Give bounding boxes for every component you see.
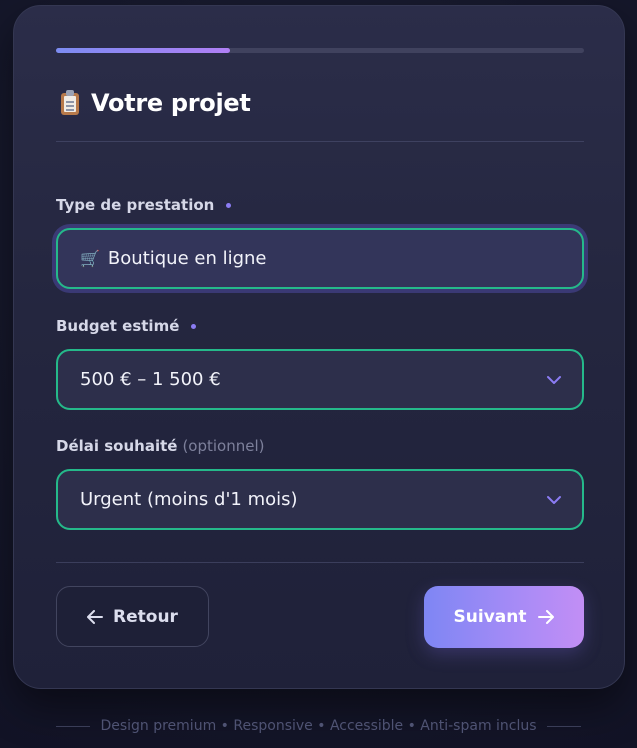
shopping-cart-icon: 🛒 <box>80 249 100 268</box>
progress-bar-fill <box>56 48 231 53</box>
service-type-label-text: Type de prestation <box>56 196 215 214</box>
form-header: Votre projet <box>59 89 251 117</box>
deadline-label-text: Délai souhaité <box>56 437 178 455</box>
next-button[interactable]: Suivant <box>424 586 584 648</box>
header-divider <box>56 141 584 142</box>
required-indicator <box>226 202 232 208</box>
service-type-value: Boutique en ligne <box>107 248 267 269</box>
project-form-card: Votre projet Type de prestation 🛒 Boutiq… <box>13 5 625 689</box>
next-button-label: Suivant <box>453 607 527 627</box>
back-button[interactable]: Retour <box>56 586 209 647</box>
deadline-select[interactable]: Urgent (moins d'1 mois) <box>56 469 584 530</box>
actions-divider <box>56 562 584 563</box>
arrow-left-icon <box>87 609 104 624</box>
deadline-value: Urgent (moins d'1 mois) <box>80 489 298 510</box>
footer-text: Design premium • Responsive • Accessible… <box>100 718 537 734</box>
budget-select[interactable]: 500 € – 1 500 € <box>56 349 584 410</box>
progress-bar <box>56 48 584 53</box>
arrow-right-icon <box>538 610 555 624</box>
optional-note: (optionnel) <box>182 437 265 455</box>
footer: Design premium • Responsive • Accessible… <box>0 718 637 734</box>
form-title: Votre projet <box>91 89 251 117</box>
footer-divider-left <box>56 725 91 727</box>
chevron-down-icon <box>547 375 561 384</box>
service-type-select[interactable]: 🛒 Boutique en ligne <box>56 228 584 289</box>
budget-label-text: Budget estimé <box>56 317 180 335</box>
back-button-label: Retour <box>113 606 178 627</box>
footer-divider-right <box>546 725 581 727</box>
chevron-down-icon <box>547 495 561 504</box>
budget-value: 500 € – 1 500 € <box>80 369 221 390</box>
service-type-label: Type de prestation <box>56 196 232 214</box>
required-indicator <box>191 323 197 329</box>
budget-label: Budget estimé <box>56 317 197 335</box>
clipboard-icon <box>59 90 81 116</box>
deadline-label: Délai souhaité (optionnel) <box>56 437 265 455</box>
